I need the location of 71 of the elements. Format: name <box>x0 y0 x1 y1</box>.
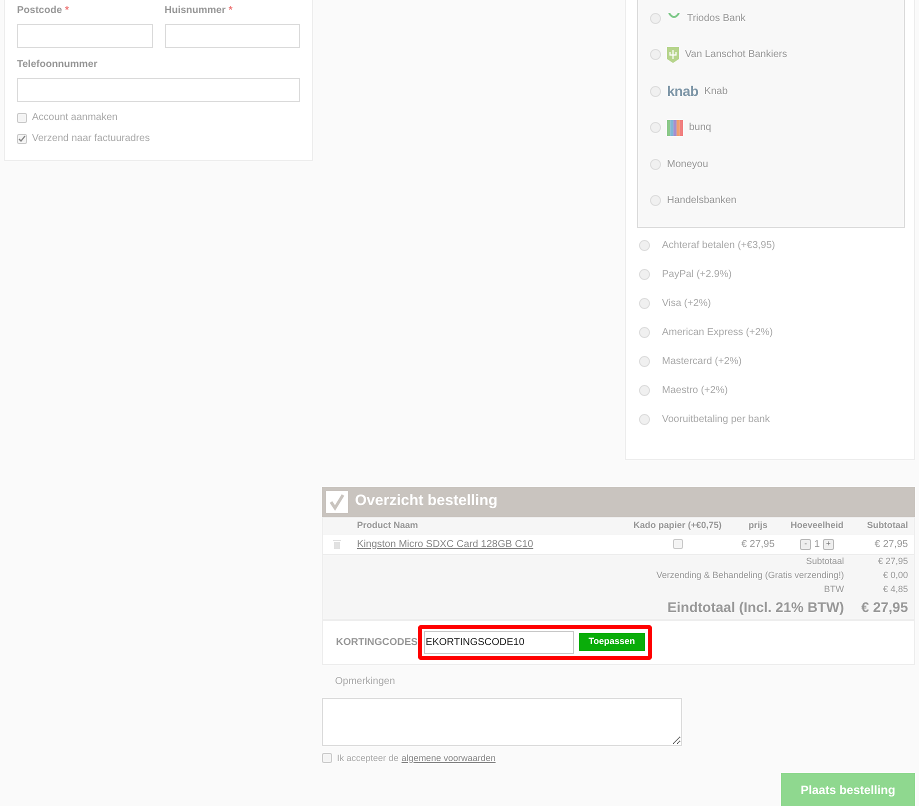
total-label: Verzending & Behandeling (Gratis verzending!) <box>656 568 845 582</box>
product-link[interactable]: Kingston Micro SDXC Card 128GB C10 <box>351 536 621 552</box>
column-header: Kado papier (+€0,75) <box>632 519 723 532</box>
column-header: Product Naam <box>356 519 420 532</box>
field-label: Huisnummer * <box>164 4 234 18</box>
checkmark-icon <box>18 134 26 142</box>
radio-button[interactable] <box>650 195 661 206</box>
checkbox[interactable] <box>17 112 27 122</box>
remarks-label: Opmerkingen <box>334 674 396 688</box>
total-label: Eindtotaal (Incl. 21% BTW) <box>667 598 845 617</box>
bank-name: Van Lanschot Bankiers <box>685 48 788 62</box>
radio-button[interactable] <box>650 86 661 97</box>
remarks-field[interactable] <box>322 698 682 746</box>
input-field[interactable] <box>17 78 300 102</box>
checkbox-label: Account aanmaken <box>32 111 118 125</box>
radio-button[interactable] <box>650 158 661 170</box>
bank-name: bunq <box>689 121 712 136</box>
discount-code-field[interactable]: EKORTINGSCODE10 <box>424 630 574 654</box>
payment-method-label: Visa (+2%) <box>662 297 712 311</box>
total-value: € 4,85 <box>882 582 909 596</box>
discount-label: KORTINGCODES <box>336 636 418 650</box>
radio-button[interactable] <box>639 240 650 251</box>
radio-button[interactable] <box>639 298 650 309</box>
column-header: prijs <box>747 519 768 532</box>
bank-name: Triodos Bank <box>687 12 746 26</box>
price-cell-text: € 27,95 <box>740 538 776 552</box>
apply-button[interactable]: Toepassen <box>578 633 646 651</box>
checkbox[interactable] <box>17 134 27 144</box>
checkbox[interactable] <box>322 753 332 764</box>
bank-logo: knab <box>667 84 698 98</box>
order-title: Overzicht bestelling <box>355 491 498 512</box>
quantity-value: 1 <box>814 538 820 552</box>
radio-button[interactable] <box>650 122 661 134</box>
bank-name: Handelsbanken <box>667 194 736 208</box>
payment-method-label: Maestro (+2%) <box>662 384 728 398</box>
subtotal-cell-text: € 27,95 <box>874 538 909 552</box>
column-header: Hoeveelheid <box>789 519 845 532</box>
bank-name: Knab <box>704 84 728 99</box>
payment-method-label: PayPal (+2.9%) <box>662 268 732 282</box>
radio-button[interactable] <box>650 12 661 24</box>
radio-button[interactable] <box>639 385 650 396</box>
radio-button[interactable] <box>639 269 650 280</box>
radio-button[interactable] <box>639 327 650 338</box>
terms-link[interactable]: algemene voorwaarden <box>402 752 496 765</box>
checkmark-icon <box>326 490 348 512</box>
checkbox-label: Verzend naar factuuradres <box>32 132 150 146</box>
total-label: Subtotaal <box>806 554 845 568</box>
payment-method-label: Mastercard (+2%) <box>662 355 742 369</box>
total-value: € 27,95 <box>876 554 909 568</box>
radio-button[interactable] <box>639 356 650 367</box>
input-field[interactable] <box>17 24 152 48</box>
total-label: BTW <box>824 582 845 596</box>
payment-method-label: Achteraf betalen (+€3,95) <box>662 239 776 253</box>
payment-method-label: American Express (+2%) <box>662 326 773 340</box>
decrease-button[interactable]: - <box>800 538 812 550</box>
radio-button[interactable] <box>650 49 661 60</box>
checkbox[interactable] <box>672 539 682 549</box>
field-label: Telefoonnummer <box>17 58 98 72</box>
trash-icon[interactable] <box>333 539 341 549</box>
input-field[interactable] <box>164 24 300 48</box>
payment-method-label: Vooruitbetaling per bank <box>662 413 770 427</box>
column-header: Subtotaal <box>866 519 909 532</box>
total-value: € 0,00 <box>882 568 909 582</box>
total-value: € 27,95 <box>860 598 909 617</box>
field-label: Postcode * <box>17 4 70 18</box>
bank-name: Moneyou <box>667 158 708 172</box>
terms-text: Ik accepteer de <box>337 752 399 765</box>
stripes-logo-icon <box>667 120 683 136</box>
increase-button[interactable]: + <box>822 538 834 550</box>
shield-logo-icon <box>667 46 679 63</box>
radio-button[interactable] <box>639 414 650 425</box>
